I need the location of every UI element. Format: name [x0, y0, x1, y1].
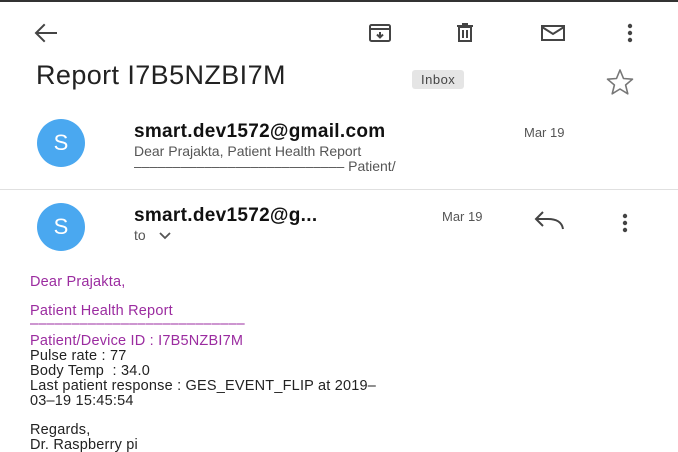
- star-icon[interactable]: [605, 68, 635, 101]
- reply-icon[interactable]: [532, 210, 566, 237]
- sender-email: smart.dev1572@gmail.com: [134, 121, 386, 142]
- archive-icon[interactable]: [360, 13, 400, 53]
- trash-icon[interactable]: [445, 13, 485, 53]
- message-date-expanded: Mar 19: [442, 209, 483, 224]
- more-vert-icon[interactable]: [610, 13, 650, 53]
- to-label: to: [134, 227, 146, 243]
- body-regards: Regards,: [30, 422, 91, 438]
- sender-email-expanded: smart.dev1572@g...: [134, 205, 318, 226]
- inbox-label-badge[interactable]: Inbox: [412, 70, 465, 89]
- body-rule: ––––––––––––––––––––––––––: [30, 316, 245, 332]
- message-more-icon[interactable]: [610, 208, 640, 238]
- email-view: Report I7B5NZBI7M Inbox S smart.dev1572@…: [0, 0, 678, 452]
- message-snippet-continued: ––––––––––––––––––––––––––– Patient/: [134, 158, 396, 174]
- body-device-id: Patient/Device ID : I7B5NZBI7M: [30, 333, 244, 349]
- mail-icon[interactable]: [533, 13, 573, 53]
- chevron-down-icon: [159, 231, 171, 239]
- top-border: [0, 0, 678, 2]
- body-signature: Dr. Raspberry pi: [30, 437, 138, 452]
- message-divider: [0, 189, 678, 190]
- message-date: Mar 19: [524, 125, 565, 140]
- body-temperature: Body Temp : 34.0: [30, 363, 151, 379]
- sender-avatar[interactable]: S: [37, 119, 85, 167]
- body-greeting: Dear Prajakta,: [30, 274, 126, 290]
- back-arrow-icon[interactable]: [26, 13, 66, 53]
- body-last-response-timestamp: 03–19 15:45:54: [30, 393, 134, 409]
- sender-avatar-expanded[interactable]: S: [37, 203, 85, 251]
- body-pulse-rate: Pulse rate : 77: [30, 348, 127, 364]
- email-subject: Report I7B5NZBI7M: [36, 60, 286, 90]
- message-snippet: Dear Prajakta, Patient Health Report: [134, 143, 362, 159]
- recipient-details-toggle[interactable]: to: [134, 227, 172, 243]
- body-last-response: Last patient response : GES_EVENT_FLIP a…: [30, 378, 377, 394]
